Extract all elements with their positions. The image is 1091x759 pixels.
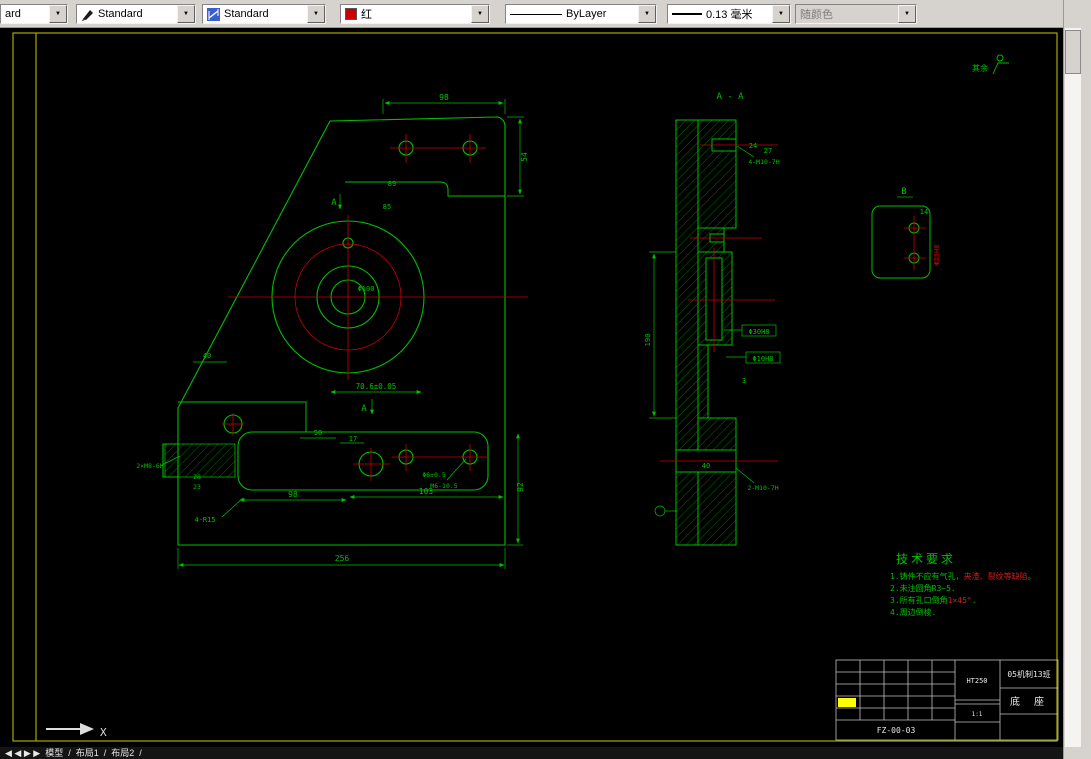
- vertical-scrollbar[interactable]: [1065, 28, 1081, 747]
- section-mark-label: A: [331, 198, 337, 208]
- titleblock-part-name: 底 座: [1010, 695, 1048, 708]
- text-style-combo[interactable]: Standard ▼: [76, 4, 196, 24]
- dim-text: 50: [314, 429, 322, 437]
- dim-text: 17: [349, 435, 357, 443]
- dim-style-value: Standard: [224, 8, 269, 20]
- layer-style-value: ard: [5, 8, 21, 20]
- front-view: [162, 116, 506, 546]
- roughness-symbol-icon: [992, 62, 1009, 75]
- section-title: A - A: [716, 92, 744, 102]
- color-combo[interactable]: 红 ▼: [340, 4, 490, 24]
- tab-separator: /: [103, 748, 107, 758]
- dim-style-combo[interactable]: Standard ▼: [202, 4, 326, 24]
- layout-tab-nav-icons[interactable]: ◀ ◀ ▶ ▶: [5, 747, 40, 759]
- surface-finish-note: 其余: [972, 54, 1009, 75]
- dim-text: 92: [516, 482, 525, 492]
- ucs-x-label: X: [100, 726, 107, 739]
- ucs-icon: X: [46, 723, 107, 739]
- chevron-down-icon[interactable]: ▼: [49, 5, 67, 23]
- dim-text: Φ100: [358, 285, 375, 293]
- tab-separator: /: [68, 748, 71, 758]
- dim-text: 2-M10-7H: [747, 484, 778, 492]
- dim-style-icon: [207, 7, 220, 21]
- chevron-down-icon[interactable]: ▼: [177, 5, 195, 23]
- dim-text: 190: [644, 334, 652, 347]
- tab-layout2[interactable]: 布局2: [111, 747, 134, 759]
- chevron-down-icon: ▼: [898, 5, 916, 23]
- drawing-canvas[interactable]: 98 54 89 85 40 Φ100 70.6±0.05 50 17 2×M8…: [0, 28, 1063, 747]
- dim-text: 24: [749, 142, 757, 150]
- titleblock-drawing-no: FZ-00-03: [877, 726, 916, 735]
- chevron-down-icon[interactable]: ▼: [471, 5, 489, 23]
- drawing-frame: [12, 32, 1058, 742]
- dim-text: 14: [920, 208, 928, 216]
- titleblock-class: 05机制13班: [1007, 669, 1050, 679]
- dim-text: Φ25H8: [933, 244, 941, 265]
- dim-text: 70.6±0.05: [356, 382, 397, 391]
- lineweight-combo[interactable]: 0.13 毫米 ▼: [667, 4, 791, 24]
- tech-req-title: 技术要求: [896, 552, 956, 566]
- dim-text: 40: [203, 352, 211, 360]
- dim-text: Φ30H8: [748, 328, 769, 336]
- dim-text: 256: [335, 554, 350, 563]
- surface-note-text: 其余: [972, 63, 988, 73]
- highlighted-cell: [838, 698, 856, 707]
- linetype-value: ByLayer: [566, 8, 607, 20]
- front-view-centerlines: [222, 134, 528, 481]
- styles-toolbar: ard ▼ Standard ▼ Standard ▼ 红 ▼ ByLayer …: [0, 0, 1091, 28]
- tech-req-item: 2.未注圆角R3~5.: [890, 583, 956, 593]
- detail-view-centerlines: [904, 216, 926, 270]
- tab-layout1[interactable]: 布局1: [76, 747, 99, 759]
- chevron-down-icon[interactable]: ▼: [772, 5, 790, 23]
- detail-label: B: [901, 187, 906, 197]
- tech-req-item: 4.周边倒棱.: [890, 607, 936, 617]
- titleblock-material: HT250: [966, 677, 987, 685]
- title-block: 05机制13班 底 座 HT250 1:1 FZ-00-03: [835, 659, 1059, 741]
- plot-style-value: 随颜色: [800, 9, 833, 21]
- dim-text: 40: [702, 462, 710, 470]
- layer-style-combo[interactable]: ard ▼: [0, 4, 68, 24]
- dim-text: 3: [742, 377, 746, 385]
- detail-view-dim-text: B 14 Φ25H8: [901, 187, 941, 266]
- color-swatch-red-icon: [345, 8, 357, 20]
- dim-text: 98: [439, 93, 449, 102]
- right-panel-strip: [1063, 0, 1091, 759]
- layout-tab-bar: ◀ ◀ ▶ ▶ 模型 / 布局1 / 布局2 /: [0, 747, 1063, 759]
- lineweight-value: 0.13 毫米: [706, 9, 753, 21]
- plot-style-combo: 随颜色 ▼: [795, 4, 917, 24]
- front-view-dim-text: 98 54 89 85 40 Φ100 70.6±0.05 50 17 2×M8…: [136, 93, 529, 563]
- chevron-down-icon[interactable]: ▼: [638, 5, 656, 23]
- dim-text: 2×M8-6H: [136, 462, 163, 470]
- dim-text: 98: [288, 490, 298, 499]
- text-style-value: Standard: [98, 8, 143, 20]
- dim-text: 54: [520, 152, 529, 162]
- dim-text: 89: [388, 180, 396, 188]
- tech-requirements: 技术要求 1.铸件不应有气孔，夹渣、裂纹等缺陷。 2.未注圆角R3~5. 3.所…: [890, 552, 1036, 617]
- dim-text: 27: [764, 147, 772, 155]
- titleblock-scale: 1:1: [972, 711, 983, 718]
- lineweight-preview-icon: [672, 13, 702, 15]
- scrollbar-thumb[interactable]: [1065, 30, 1081, 74]
- chevron-down-icon[interactable]: ▼: [307, 5, 325, 23]
- dim-text: 85: [383, 203, 391, 211]
- tab-model[interactable]: 模型: [45, 747, 63, 759]
- text-style-icon: [81, 8, 94, 21]
- color-value: 红: [361, 9, 372, 21]
- dim-text: Φ6±0.5: [422, 471, 446, 479]
- dim-text: M6-10.5: [430, 482, 457, 490]
- dim-text: 4-R15: [194, 516, 215, 524]
- section-mark-label: A: [361, 404, 367, 414]
- dim-text: 23: [193, 483, 201, 491]
- dim-text: 4-M10-7H: [748, 158, 779, 166]
- dim-text: Φ10H8: [752, 355, 773, 363]
- linetype-preview-icon: [510, 13, 562, 15]
- linetype-combo[interactable]: ByLayer ▼: [505, 4, 657, 24]
- dim-text: 28: [193, 473, 201, 481]
- tech-req-item: 3.所有孔口倒角1×45°.: [890, 595, 977, 605]
- front-view-dim-lines: [161, 99, 524, 569]
- tab-separator: /: [139, 748, 142, 758]
- tech-req-item: 1.铸件不应有气孔，夹渣、裂纹等缺陷。: [890, 571, 1036, 581]
